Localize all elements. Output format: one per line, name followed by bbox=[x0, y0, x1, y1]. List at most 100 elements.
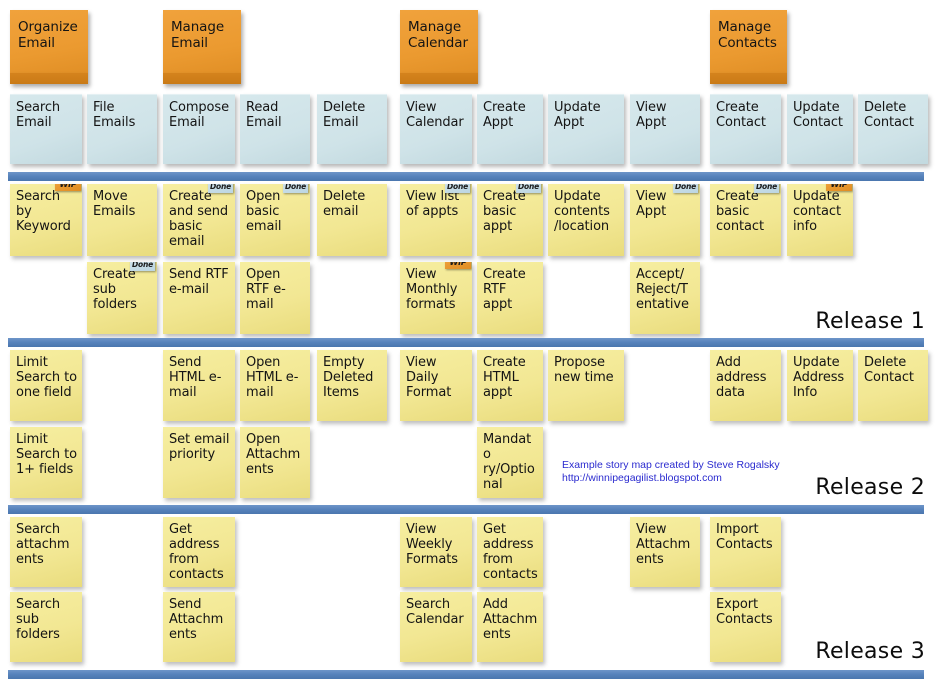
story-card-r2-2-1[interactable]: Set email priority bbox=[163, 427, 235, 498]
task-card-8[interactable]: View Appt bbox=[630, 94, 700, 164]
story-card-r1-2-0[interactable]: Create sub folders Done bbox=[87, 262, 157, 334]
story-card-r3-1-5[interactable]: Import Contacts bbox=[710, 517, 781, 587]
story-card-r2-2-3[interactable]: Mandato ry/Optio nal bbox=[477, 427, 543, 498]
story-card-r3-1-4[interactable]: View Attachm ents bbox=[630, 517, 700, 587]
activity-card-0[interactable]: Organize Email bbox=[10, 10, 88, 84]
story-card-r3-2-1[interactable]: Send Attachm ents bbox=[163, 592, 235, 662]
story-card-r2-2-1-label: Set email priority bbox=[169, 432, 230, 462]
story-card-r1-1-7-label: Update contents /location bbox=[554, 189, 610, 234]
activity-card-1-label: Manage Email bbox=[171, 19, 225, 51]
story-card-r1-1-9-label: Create basic contact bbox=[716, 189, 764, 234]
story-card-r1-1-3-label: Open basic email bbox=[246, 189, 282, 234]
credit-block: Example story map created by Steve Rogal… bbox=[562, 459, 780, 484]
activity-card-3[interactable]: Manage Contacts bbox=[710, 10, 787, 84]
story-card-r3-1-1[interactable]: Get address from contacts bbox=[163, 517, 235, 587]
story-card-r1-1-10[interactable]: Update contact info WIP bbox=[787, 184, 853, 256]
task-card-0-label: Search Email bbox=[16, 100, 61, 130]
story-card-r1-1-1-label: Move Emails bbox=[93, 189, 136, 219]
story-card-r3-2-3[interactable]: Add Attachm ents bbox=[477, 592, 543, 662]
done-badge: Done bbox=[444, 184, 470, 193]
done-badge: Done bbox=[672, 184, 698, 193]
task-card-3[interactable]: Read Email bbox=[240, 94, 310, 164]
story-card-r3-1-2[interactable]: View Weekly Formats bbox=[400, 517, 472, 587]
task-card-3-label: Read Email bbox=[246, 100, 282, 130]
story-card-r2-1-6-label: Propose new time bbox=[554, 355, 614, 385]
task-card-7-label: Update Appt bbox=[554, 100, 601, 130]
story-card-r2-1-3[interactable]: Empty Deleted Items bbox=[317, 350, 387, 421]
release-divider-1 bbox=[8, 172, 924, 181]
task-card-4[interactable]: Delete Email bbox=[317, 94, 387, 164]
story-card-r2-1-7-label: Add address data bbox=[716, 355, 767, 400]
story-card-r1-1-9[interactable]: Create basic contact Done bbox=[710, 184, 781, 256]
story-card-r1-1-6[interactable]: Create basic appt Done bbox=[477, 184, 543, 256]
release-divider-bottom bbox=[8, 670, 924, 679]
story-card-r1-2-3[interactable]: View Monthly formats WIP bbox=[400, 262, 472, 334]
story-card-r2-1-8-label: Update Address Info bbox=[793, 355, 845, 400]
story-card-r2-2-3-label: Mandato ry/Optio nal bbox=[483, 432, 535, 492]
story-card-r1-1-3[interactable]: Open basic email Done bbox=[240, 184, 310, 256]
story-card-r2-1-4-label: View Daily Format bbox=[406, 355, 452, 400]
story-card-r2-1-6[interactable]: Propose new time bbox=[548, 350, 624, 421]
story-card-r2-1-5[interactable]: Create HTML appt bbox=[477, 350, 543, 421]
story-card-r1-1-0-label: Search by Keyword bbox=[16, 189, 71, 234]
story-card-r1-1-1[interactable]: Move Emails bbox=[87, 184, 157, 256]
story-card-r1-2-5-label: Accept/ Reject/T entative bbox=[636, 267, 689, 312]
story-card-r1-2-2[interactable]: Open RTF e-mail bbox=[240, 262, 310, 334]
task-card-0[interactable]: Search Email bbox=[10, 94, 82, 164]
task-card-6[interactable]: Create Appt bbox=[477, 94, 543, 164]
story-card-r2-1-9[interactable]: Delete Contact bbox=[858, 350, 928, 421]
story-card-r3-1-3[interactable]: Get address from contacts bbox=[477, 517, 543, 587]
story-card-r3-2-4-label: Export Contacts bbox=[716, 597, 773, 627]
story-card-r1-1-5-label: View list of appts bbox=[406, 189, 460, 219]
story-card-r2-1-8[interactable]: Update Address Info bbox=[787, 350, 853, 421]
task-card-9[interactable]: Create Contact bbox=[710, 94, 781, 164]
story-card-r3-1-1-label: Get address from contacts bbox=[169, 522, 224, 582]
story-card-r2-1-2[interactable]: Open HTML e-mail bbox=[240, 350, 310, 421]
story-card-r3-2-3-label: Add Attachm ents bbox=[483, 597, 538, 642]
credit-url[interactable]: http://winnipegagilist.blogspot.com bbox=[562, 472, 780, 485]
story-card-r1-1-2-label: Create and send basic email bbox=[169, 189, 229, 249]
activity-card-0-label: Organize Email bbox=[18, 19, 78, 51]
activity-card-1[interactable]: Manage Email bbox=[163, 10, 241, 84]
task-card-8-label: View Appt bbox=[636, 100, 667, 130]
story-card-r2-1-7[interactable]: Add address data bbox=[710, 350, 781, 421]
task-card-7[interactable]: Update Appt bbox=[548, 94, 624, 164]
story-card-r1-1-4-label: Delete email bbox=[323, 189, 366, 219]
task-card-5-label: View Calendar bbox=[406, 100, 464, 130]
story-card-r1-1-8[interactable]: View Appt Done bbox=[630, 184, 700, 256]
task-card-6-label: Create Appt bbox=[483, 100, 526, 130]
story-card-r2-1-1[interactable]: Send HTML e-mail bbox=[163, 350, 235, 421]
story-card-r1-1-5[interactable]: View list of appts Done bbox=[400, 184, 472, 256]
story-card-r1-1-10-label: Update contact info bbox=[793, 189, 841, 234]
story-card-r1-1-4[interactable]: Delete email bbox=[317, 184, 387, 256]
credit-author: Example story map created by Steve Rogal… bbox=[562, 459, 780, 471]
task-card-11[interactable]: Delete Contact bbox=[858, 94, 928, 164]
activity-card-2[interactable]: Manage Calendar bbox=[400, 10, 478, 84]
task-card-11-label: Delete Contact bbox=[864, 100, 914, 130]
story-card-r1-2-5[interactable]: Accept/ Reject/T entative bbox=[630, 262, 700, 334]
story-card-r1-1-8-label: View Appt bbox=[636, 189, 667, 219]
task-card-10[interactable]: Update Contact bbox=[787, 94, 853, 164]
task-card-2[interactable]: Compose Email bbox=[163, 94, 235, 164]
story-card-r3-2-0[interactable]: Search sub folders bbox=[10, 592, 82, 662]
task-card-5[interactable]: View Calendar bbox=[400, 94, 472, 164]
story-card-r1-1-2[interactable]: Create and send basic email Done bbox=[163, 184, 235, 256]
story-card-r1-1-0[interactable]: Search by Keyword WIP bbox=[10, 184, 82, 256]
story-card-r2-1-4[interactable]: View Daily Format bbox=[400, 350, 472, 421]
story-card-r2-1-5-label: Create HTML appt bbox=[483, 355, 526, 400]
task-card-9-label: Create Contact bbox=[716, 100, 766, 130]
task-card-10-label: Update Contact bbox=[793, 100, 843, 130]
task-card-1[interactable]: File Emails bbox=[87, 94, 157, 164]
story-card-r2-1-2-label: Open HTML e-mail bbox=[246, 355, 299, 400]
story-card-r2-2-0[interactable]: Limit Search to 1+ fields bbox=[10, 427, 82, 498]
release-label-1: Release 1 bbox=[815, 309, 925, 334]
story-card-r1-2-1[interactable]: Send RTF e-mail bbox=[163, 262, 235, 334]
story-card-r2-2-2[interactable]: Open Attachm ents bbox=[240, 427, 310, 498]
story-card-r3-1-0[interactable]: Search attachm ents bbox=[10, 517, 82, 587]
story-card-r1-2-2-label: Open RTF e-mail bbox=[246, 267, 286, 312]
story-card-r2-1-0[interactable]: Limit Search to one field bbox=[10, 350, 82, 421]
story-card-r1-1-7[interactable]: Update contents /location bbox=[548, 184, 624, 256]
story-card-r3-2-4[interactable]: Export Contacts bbox=[710, 592, 781, 662]
story-card-r1-2-4[interactable]: Create RTF appt bbox=[477, 262, 543, 334]
story-card-r3-2-2[interactable]: Search Calendar bbox=[400, 592, 472, 662]
